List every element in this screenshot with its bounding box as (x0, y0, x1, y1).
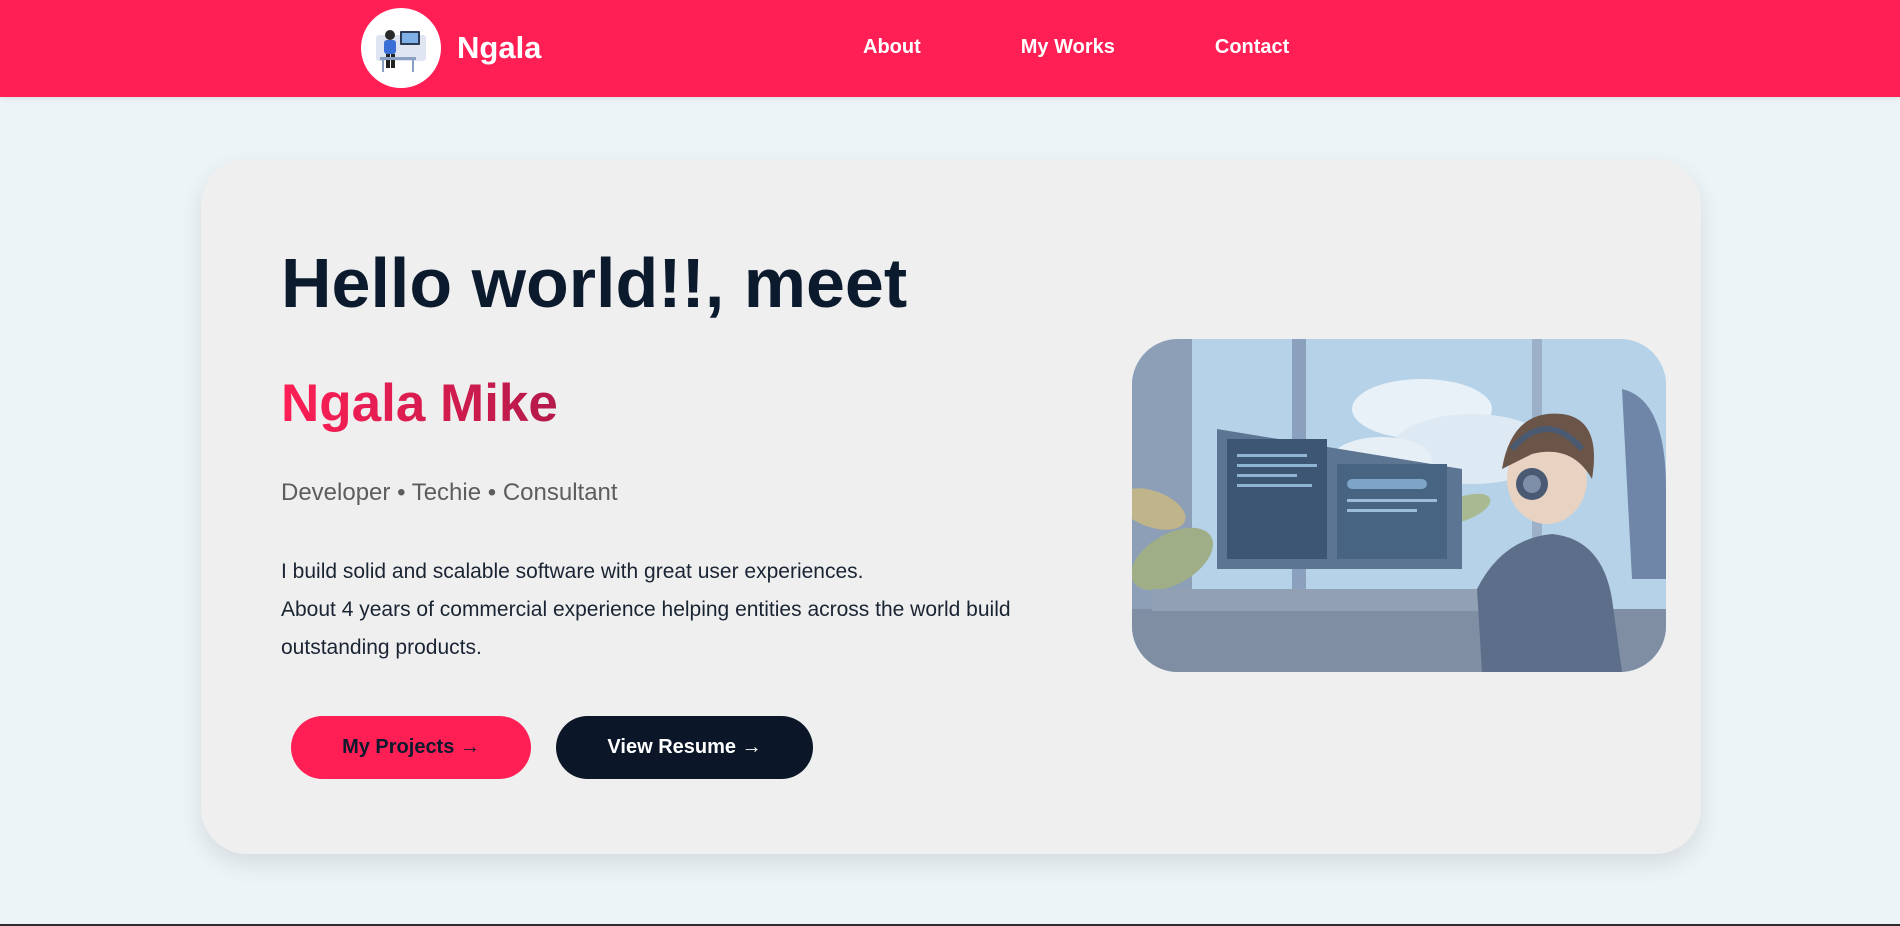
top-navbar: Ngala About My Works Contact (0, 0, 1900, 97)
logo-avatar[interactable] (361, 8, 441, 88)
hero-image (1132, 339, 1666, 672)
hero-name: Ngala Mike (281, 374, 558, 433)
nav-link-about[interactable]: About (863, 36, 921, 59)
brand[interactable]: Ngala (361, 8, 541, 88)
anime-coder-illustration-icon (1132, 339, 1666, 672)
brand-name[interactable]: Ngala (457, 30, 541, 66)
nav-link-my-works[interactable]: My Works (1021, 36, 1115, 59)
nav-link-contact[interactable]: Contact (1215, 36, 1289, 59)
hero-roles: Developer • Techie • Consultant (281, 479, 618, 506)
hero-card: Hello world!!, meet Ngala Mike Developer… (201, 159, 1701, 854)
view-resume-button[interactable]: View Resume → (556, 716, 813, 779)
hero-headline: Hello world!!, meet (281, 244, 908, 322)
my-projects-button[interactable]: My Projects → (291, 716, 531, 779)
bio-line: About 4 years of commercial experience h… (281, 598, 1011, 621)
bio-line: I build solid and scalable software with… (281, 560, 864, 583)
nav-links: About My Works Contact (863, 36, 1289, 59)
bio-line: outstanding products. (281, 636, 482, 659)
hero-bio: I build solid and scalable software with… (281, 553, 1081, 667)
developer-at-desk-icon (376, 30, 426, 72)
